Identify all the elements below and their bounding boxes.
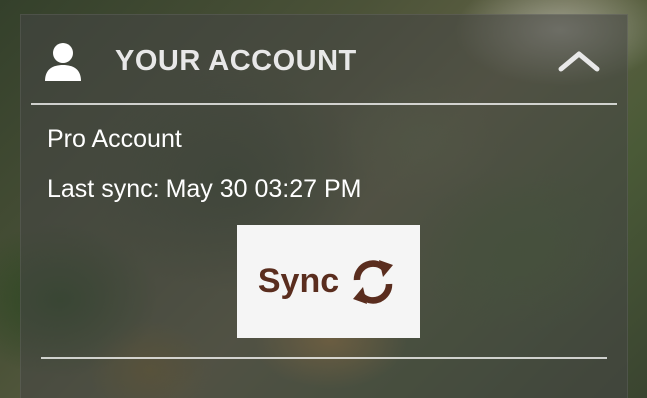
- sync-icon: [353, 259, 394, 304]
- chevron-up-icon[interactable]: [557, 49, 601, 73]
- account-section-header[interactable]: YOUR ACCOUNT: [31, 15, 617, 105]
- last-sync-value: May 30 03:27 PM: [165, 175, 362, 203]
- section-divider: [41, 357, 607, 359]
- last-sync-info: Last sync: May 30 03:27 PM: [47, 175, 362, 204]
- account-type: Pro Account: [47, 125, 182, 153]
- user-icon: [45, 43, 81, 81]
- last-sync-label: Last sync:: [47, 175, 160, 203]
- sync-button-label: Sync: [257, 262, 340, 300]
- sync-button[interactable]: Sync: [237, 225, 420, 338]
- section-title: YOUR ACCOUNT: [115, 45, 357, 77]
- account-panel: YOUR ACCOUNT Pro Account Last sync: May 3…: [20, 14, 628, 398]
